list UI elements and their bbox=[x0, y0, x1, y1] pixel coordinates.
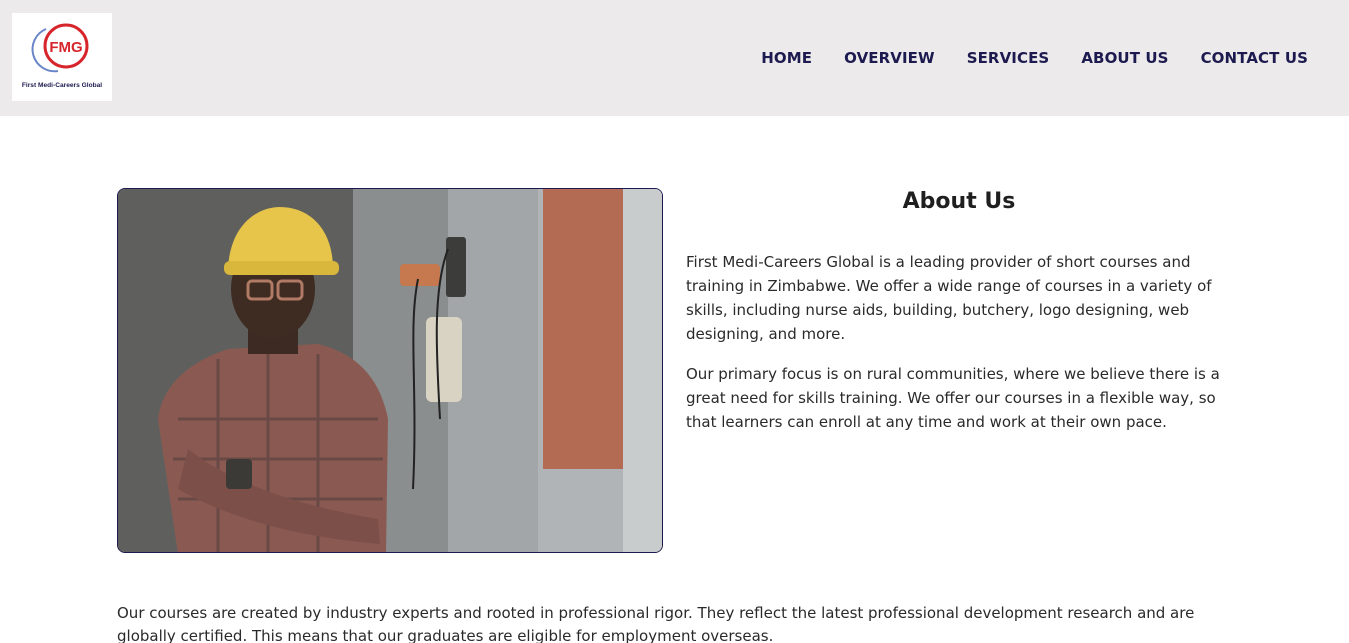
about-paragraph-3: Our courses are created by industry expe… bbox=[117, 604, 1195, 643]
about-photo bbox=[117, 188, 663, 553]
logo-mark: FMG First Medi-Careers Global bbox=[22, 23, 102, 89]
logo-tagline: First Medi-Careers Global bbox=[22, 82, 102, 89]
about-paragraph-1: First Medi-Careers Global is a leading p… bbox=[686, 253, 1212, 343]
nav-services[interactable]: SERVICES bbox=[967, 49, 1050, 67]
fmg-logo[interactable]: FMG First Medi-Careers Global bbox=[12, 13, 112, 101]
main-nav: HOME OVERVIEW SERVICES ABOUT US CONTACT … bbox=[761, 49, 1308, 67]
worker-photo-illustration bbox=[118, 189, 662, 552]
about-title: About Us bbox=[902, 189, 1016, 214]
nav-home[interactable]: HOME bbox=[761, 49, 812, 67]
site-header: FMG First Medi-Careers Global HOME OVERV… bbox=[0, 0, 1349, 116]
nav-overview[interactable]: OVERVIEW bbox=[844, 49, 935, 67]
about-paragraph-2: Our primary focus is on rural communitie… bbox=[686, 365, 1220, 431]
nav-about-us[interactable]: ABOUT US bbox=[1081, 49, 1168, 67]
nav-contact-us[interactable]: CONTACT US bbox=[1201, 49, 1308, 67]
logo-monogram: FMG bbox=[49, 39, 82, 56]
